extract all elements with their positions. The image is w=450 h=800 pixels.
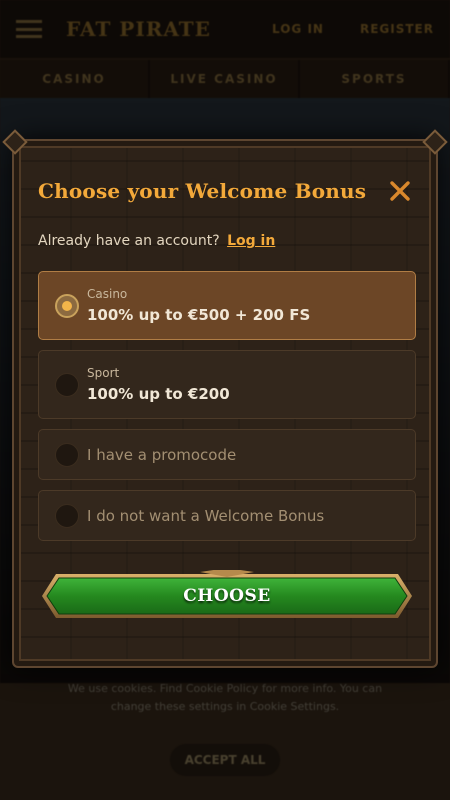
- option-value: 100% up to €200: [87, 385, 230, 403]
- cookie-banner: We use cookies. Find Cookie Policy for m…: [50, 680, 400, 776]
- bonus-options: Casino 100% up to €500 + 200 FS Sport 10…: [38, 271, 416, 551]
- nav-tab-live-casino: LIVE CASINO: [150, 60, 300, 98]
- option-promocode[interactable]: I have a promocode: [38, 429, 416, 480]
- option-category: Casino: [87, 287, 128, 301]
- register-nav-button: REGISTER: [359, 22, 434, 36]
- close-button[interactable]: [388, 179, 412, 203]
- account-prompt-text: Already have an account?: [38, 233, 220, 249]
- option-label: I have a promocode: [87, 445, 237, 464]
- option-casino[interactable]: Casino 100% up to €500 + 200 FS: [38, 271, 416, 340]
- site-logo: FAT PIRATE: [66, 17, 211, 41]
- account-prompt: Already have an account? Log in: [38, 233, 275, 249]
- close-icon: [390, 181, 410, 201]
- option-value: 100% up to €500 + 200 FS: [87, 306, 311, 324]
- radio-no-bonus[interactable]: [55, 503, 79, 528]
- option-category: Sport: [87, 366, 120, 380]
- cookie-text: We use cookies. Find Cookie Policy for m…: [67, 682, 383, 713]
- choose-button[interactable]: CHOOSE: [40, 570, 414, 622]
- radio-casino[interactable]: [55, 293, 79, 318]
- hamburger-icon: [16, 20, 42, 38]
- nav-tab-casino: CASINO: [0, 60, 150, 98]
- radio-promocode[interactable]: [55, 442, 79, 467]
- modal-title: Choose your Welcome Bonus: [38, 179, 367, 203]
- welcome-bonus-modal: Choose your Welcome Bonus Already have a…: [12, 139, 438, 668]
- option-sport[interactable]: Sport 100% up to €200: [38, 350, 416, 419]
- option-label: I do not want a Welcome Bonus: [87, 506, 325, 525]
- choose-button-label: CHOOSE: [183, 586, 271, 606]
- radio-sport[interactable]: [55, 372, 79, 397]
- accept-all-button: ACCEPT ALL: [170, 744, 280, 776]
- login-link[interactable]: Log in: [227, 233, 275, 249]
- main-nav: CASINO LIVE CASINO SPORTS: [0, 58, 450, 98]
- nav-tab-sports: SPORTS: [300, 60, 450, 98]
- login-nav-button: LOG IN: [272, 22, 324, 36]
- top-bar: FAT PIRATE LOG IN REGISTER: [0, 0, 450, 58]
- option-no-bonus[interactable]: I do not want a Welcome Bonus: [38, 490, 416, 541]
